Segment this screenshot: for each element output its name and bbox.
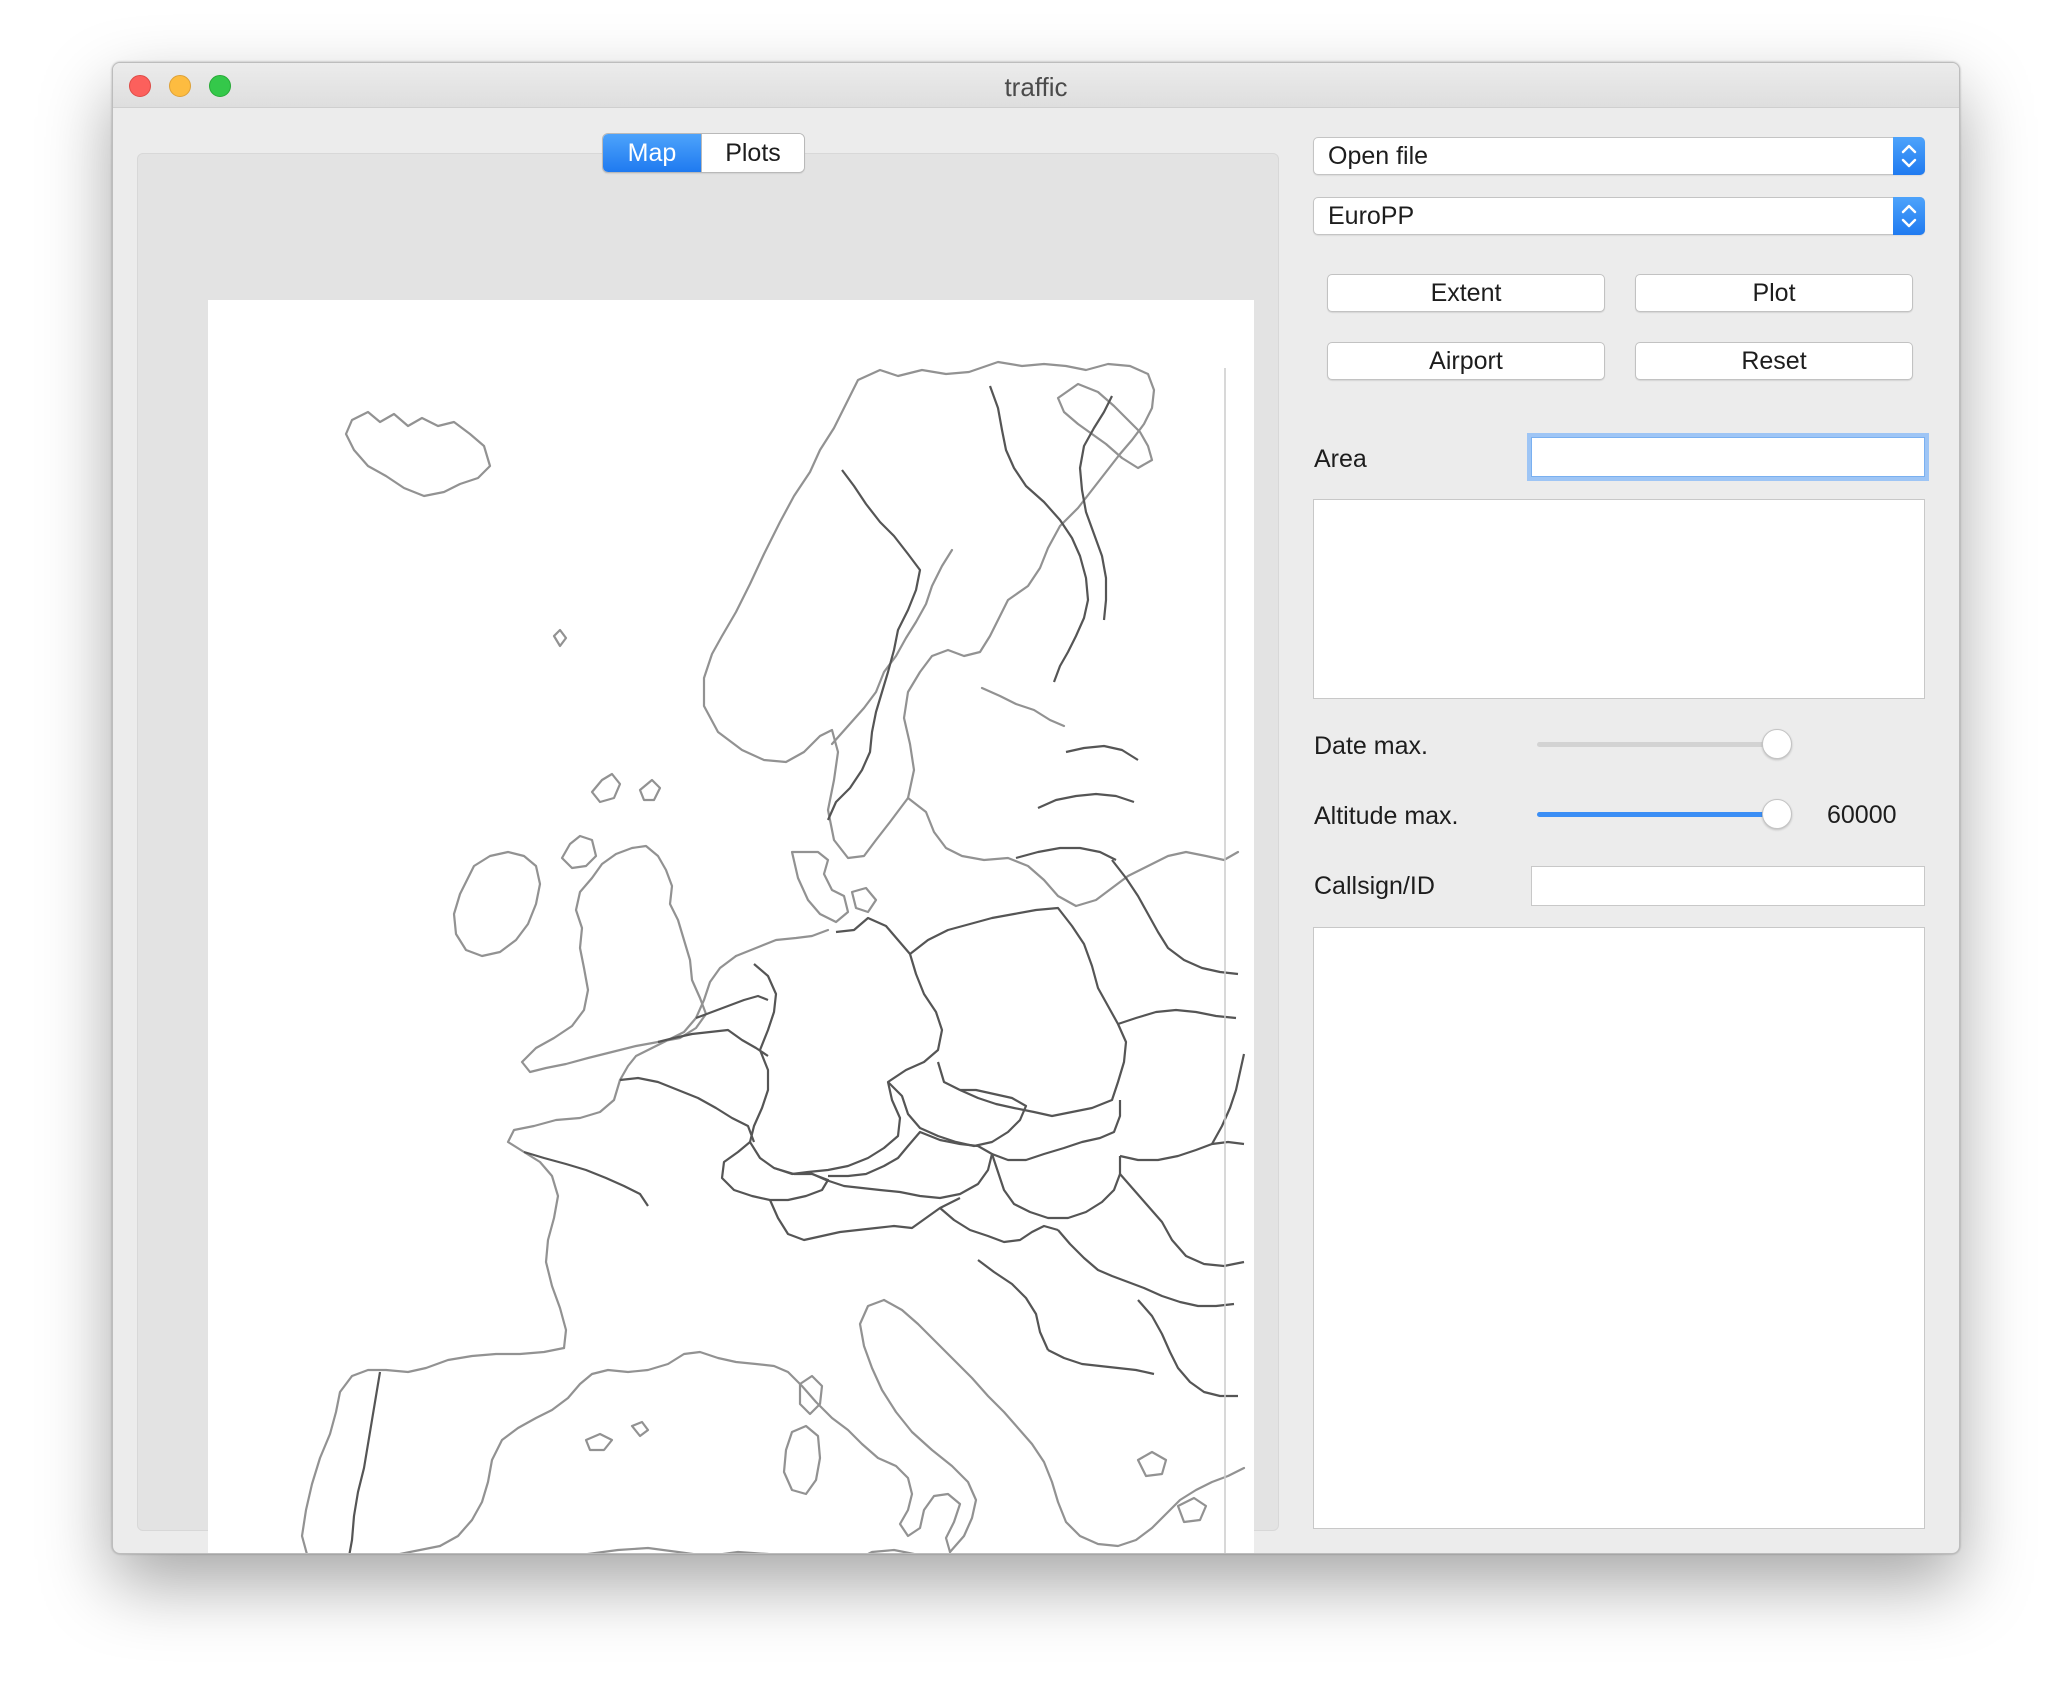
callsign-label: Callsign/ID (1314, 872, 1435, 900)
area-list[interactable] (1313, 499, 1925, 699)
map-canvas[interactable] (208, 300, 1254, 1553)
view-tabs: Map Plots (602, 133, 805, 173)
app-window: traffic Map Plots Open file EuroPP Exten… (112, 62, 1960, 1554)
reset-button[interactable]: Reset (1635, 342, 1913, 380)
title-bar: traffic (113, 63, 1959, 108)
area-input[interactable] (1531, 437, 1925, 477)
date-max-label: Date max. (1314, 732, 1428, 760)
area-label: Area (1314, 445, 1367, 473)
altitude-max-value: 60000 (1827, 801, 1897, 829)
projection-select[interactable]: EuroPP (1313, 197, 1925, 235)
tab-panel (137, 153, 1279, 1553)
altitude-max-slider-knob[interactable] (1762, 799, 1792, 829)
projection-label: EuroPP (1328, 202, 1415, 230)
open-file-label: Open file (1328, 142, 1429, 170)
date-max-slider-knob[interactable] (1762, 729, 1792, 759)
date-max-slider-track[interactable] (1537, 742, 1787, 747)
callsign-list[interactable] (1313, 927, 1925, 1529)
callsign-input[interactable] (1531, 866, 1925, 906)
europe-map (208, 300, 1254, 1553)
extent-button[interactable]: Extent (1327, 274, 1605, 312)
tab-map[interactable]: Map (603, 134, 701, 172)
plot-button[interactable]: Plot (1635, 274, 1913, 312)
airport-button[interactable]: Airport (1327, 342, 1605, 380)
altitude-max-label: Altitude max. (1314, 802, 1459, 830)
tab-plots[interactable]: Plots (701, 134, 804, 172)
window-title: traffic (1004, 72, 1068, 102)
chevron-up-down-icon (1893, 197, 1925, 235)
altitude-max-slider-track[interactable] (1537, 812, 1787, 817)
chevron-up-down-icon (1893, 137, 1925, 175)
open-file-select[interactable]: Open file (1313, 137, 1925, 175)
